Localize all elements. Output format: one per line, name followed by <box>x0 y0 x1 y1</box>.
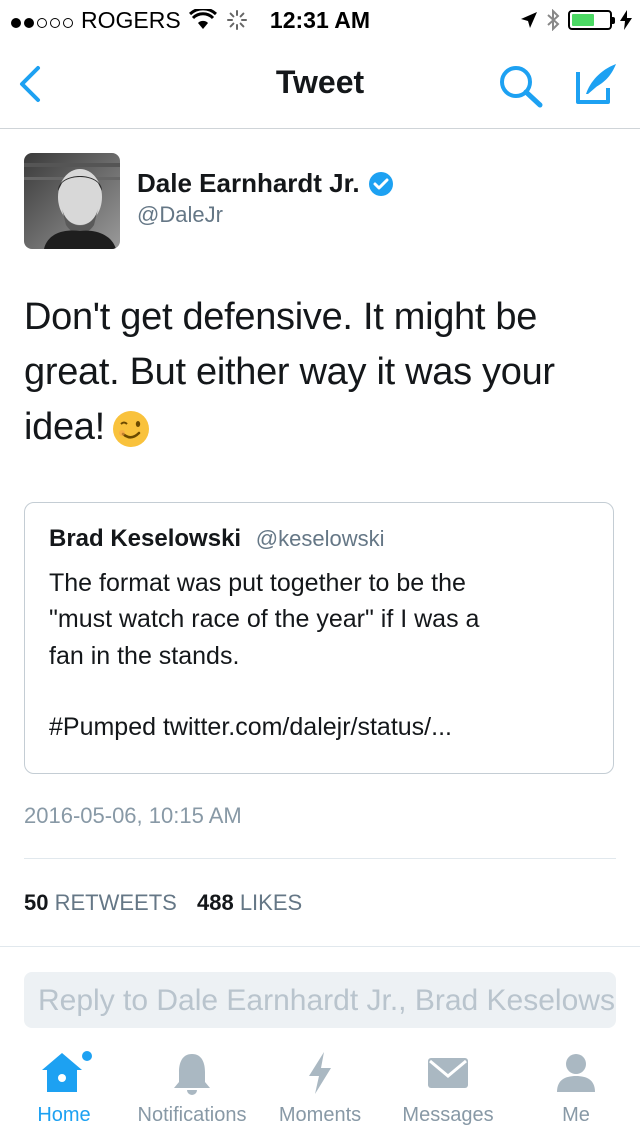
location-arrow-icon <box>521 12 537 28</box>
author-name[interactable]: Dale Earnhardt Jr. <box>137 168 394 199</box>
tweet-text-line: idea! <box>24 406 105 448</box>
author-avatar[interactable] <box>24 153 120 249</box>
tab-label: Messages <box>402 1104 494 1126</box>
tweet-text: Don't get defensive. It might be great. … <box>24 290 624 455</box>
navigation-bar: Tweet <box>0 40 640 129</box>
retweets-label: RETWEETS <box>54 890 177 915</box>
tab-moments[interactable]: Moments <box>256 1040 384 1136</box>
battery-fill <box>572 14 594 26</box>
charging-bolt-icon <box>620 10 632 30</box>
tweet-text-line-with-emoji: idea! <box>24 400 624 455</box>
author-name-text: Dale Earnhardt Jr. <box>137 168 360 198</box>
envelope-icon <box>428 1058 468 1088</box>
tab-label: Notifications <box>137 1104 247 1126</box>
tab-home[interactable]: Home <box>0 1040 128 1136</box>
tab-me[interactable]: Me <box>512 1040 640 1136</box>
tab-bar: Home Notifications Moments Messages Me <box>0 1040 640 1136</box>
winking-face-emoji-icon <box>112 410 149 447</box>
compose-icon[interactable] <box>572 60 620 108</box>
divider <box>24 858 616 859</box>
likes-count: 488 <box>196 890 234 915</box>
quoted-tweet-author: Brad Keselowski @keselowski <box>49 525 384 553</box>
retweets-stat[interactable]: 50 RETWEETS <box>24 890 183 915</box>
tab-notifications[interactable]: Notifications <box>128 1040 256 1136</box>
likes-label: LIKES <box>239 890 303 915</box>
quoted-text-line: "must watch race of the year" if I was a <box>49 605 480 633</box>
quoted-author-name: Brad Keselowski <box>49 525 242 552</box>
divider <box>0 946 640 947</box>
status-bar: ROGERS 12:31 AM <box>0 0 640 40</box>
tweet-text-line: great. But either way it was your <box>24 351 555 393</box>
tweet-stats: 50 RETWEETS 488 LIKES <box>24 890 302 916</box>
verified-badge-icon <box>368 171 393 196</box>
quoted-text-line-link[interactable]: #Pumped twitter.com/dalejr/status/... <box>49 713 452 742</box>
tweet-timestamp: 2016-05-06, 10:15 AM <box>24 803 242 828</box>
avatar-photo <box>24 153 120 249</box>
page-title: Tweet <box>275 64 365 100</box>
tweet-text-line: Don't get defensive. It might be <box>24 296 538 338</box>
tab-label: Me <box>562 1104 590 1126</box>
reply-input[interactable]: Reply to Dale Earnhardt Jr., Brad Keselo… <box>24 972 616 1028</box>
quoted-text-line: The format was put together to be the <box>49 569 466 597</box>
quoted-text-line: fan in the stands. <box>49 642 240 670</box>
status-right <box>520 5 632 35</box>
quoted-author-handle: @keselowski <box>255 526 385 551</box>
lightning-icon <box>309 1052 331 1094</box>
bluetooth-icon <box>547 9 560 31</box>
likes-stat[interactable]: 488 LIKES <box>197 890 302 915</box>
bell-icon <box>174 1054 210 1095</box>
retweets-count: 50 <box>24 890 49 915</box>
tab-label: Moments <box>278 1104 362 1126</box>
reply-placeholder: Reply to Dale Earnhardt Jr., Brad Keselo… <box>38 984 616 1017</box>
tab-label: Home <box>37 1104 91 1126</box>
battery-icon <box>568 10 615 30</box>
home-icon <box>42 1051 92 1092</box>
author-handle[interactable]: @DaleJr <box>137 202 223 228</box>
person-icon <box>557 1054 595 1092</box>
search-icon[interactable] <box>498 64 544 108</box>
tab-messages[interactable]: Messages <box>384 1040 512 1136</box>
quoted-tweet-card[interactable]: Brad Keselowski @keselowski The format w… <box>24 502 614 774</box>
